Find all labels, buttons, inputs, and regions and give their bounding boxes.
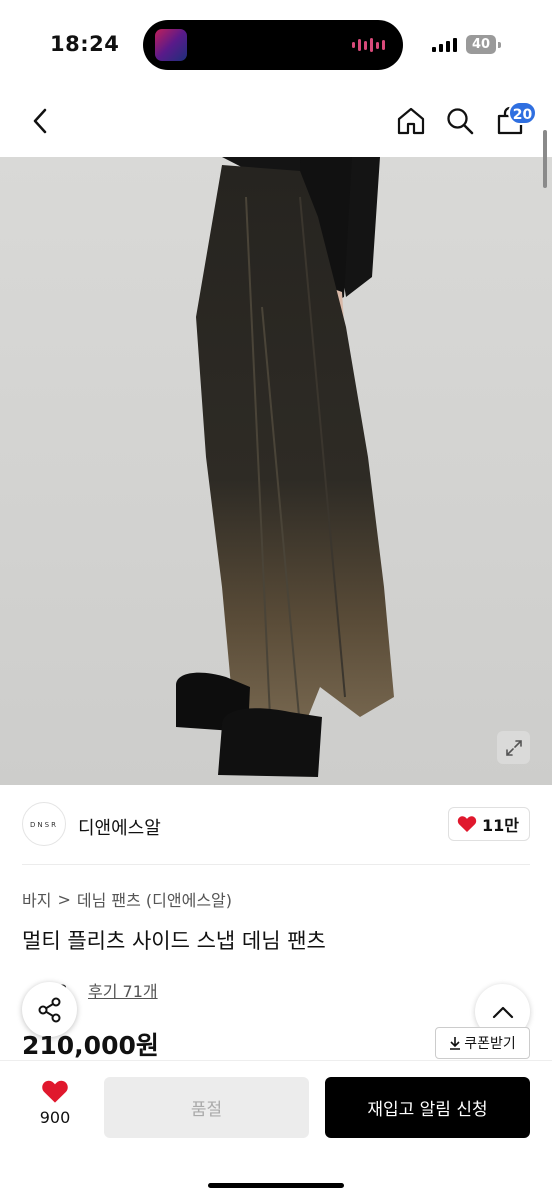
heart-icon [42,1080,68,1103]
download-icon [450,1037,461,1050]
soldout-button: 품절 [104,1077,309,1138]
status-time: 18:24 [50,32,120,56]
brand-like-button[interactable]: 11만 [448,807,530,841]
review-link[interactable]: 후기 71개 [88,978,158,1002]
product-title: 멀티 플리츠 사이드 스냅 데님 팬츠 [22,929,326,953]
battery-cap [498,42,501,48]
breadcrumb: 바지 > 데님 팬츠 (디앤에스알) [22,887,232,911]
cart-count-badge: 20 [508,101,537,125]
brand-row[interactable]: DNSR 디앤에스알 11만 [22,802,530,848]
brand-name[interactable]: 디앤에스알 [78,814,161,840]
share-icon [38,997,60,1022]
cellular-signal-icon [432,37,457,52]
brand-like-count: 11만 [482,816,519,835]
now-playing-artwork [155,29,187,61]
search-button[interactable] [442,103,478,139]
coupon-label: 쿠폰받기 [464,1036,516,1052]
breadcrumb-separator: > [57,889,71,909]
expand-icon [505,739,522,756]
status-bar: 18:24 40 [0,0,552,90]
wishlist-button[interactable]: 900 [22,1079,88,1141]
home-button[interactable] [393,103,429,139]
heart-icon [457,816,477,832]
expand-image-button[interactable] [497,731,530,764]
product-price: 210,000원 [22,1031,159,1060]
battery-icon: 40 [466,35,496,54]
scroll-indicator [543,130,547,188]
dynamic-island [143,20,403,70]
home-icon [397,107,425,135]
breadcrumb-category[interactable]: 바지 [22,887,51,911]
back-button[interactable] [22,103,58,139]
bottom-action-bar: 900 품절 재입고 알림 신청 [0,1060,552,1200]
restock-alert-button[interactable]: 재입고 알림 신청 [325,1077,530,1138]
coupon-button[interactable]: 쿠폰받기 [435,1027,530,1059]
wishlist-count: 900 [39,1108,71,1127]
top-navigation [0,95,552,153]
brand-logo[interactable]: DNSR [22,802,66,846]
search-icon [447,108,474,135]
chevron-up-icon [492,1006,513,1018]
product-image[interactable] [0,157,552,785]
audio-wave-icon [352,37,385,53]
chevron-left-icon [33,108,47,134]
breadcrumb-subcategory[interactable]: 데님 팬츠 (디앤에스알) [77,887,232,911]
divider [22,864,530,865]
product-photo [176,157,394,777]
home-indicator [208,1183,344,1188]
